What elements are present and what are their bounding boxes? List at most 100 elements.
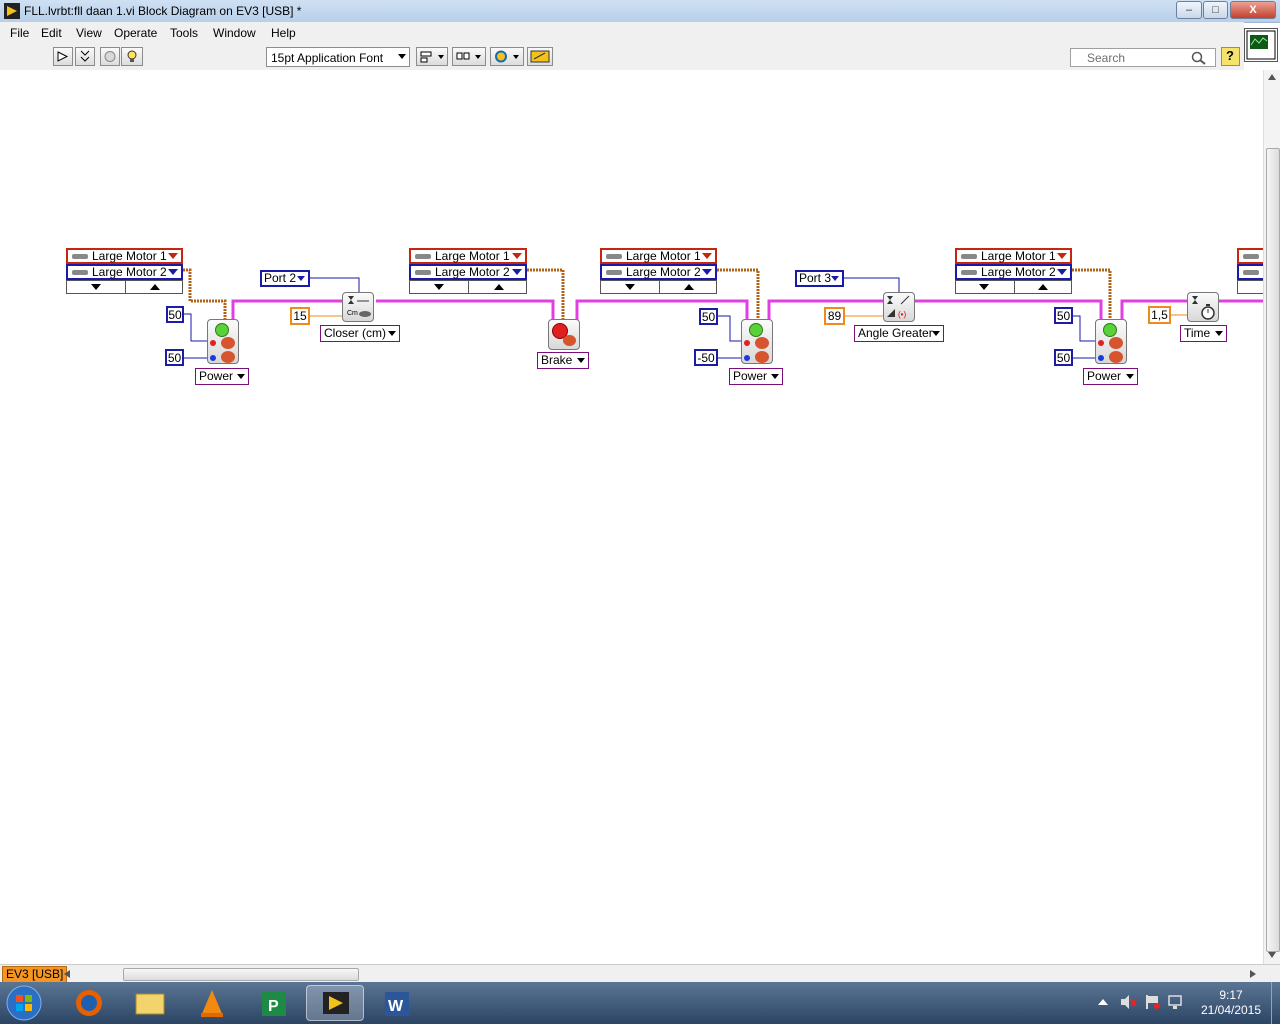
start-button-icon[interactable] (4, 984, 44, 1022)
motor-2-select[interactable]: Large Motor 2 (600, 264, 717, 280)
horizontal-scroll-thumb[interactable] (123, 968, 359, 981)
mode-select-power[interactable]: Power (195, 368, 249, 385)
system-clock[interactable]: 9:17 21/04/2015 (1196, 988, 1266, 1018)
arrow-up-icon[interactable] (1038, 284, 1048, 290)
move-tank-block[interactable] (741, 319, 773, 364)
taskbar-publisher[interactable]: P (245, 985, 303, 1021)
motor-1-select[interactable]: Large Motor 1 (600, 248, 717, 264)
search-input[interactable]: Search (1070, 48, 1216, 67)
menu-tools[interactable]: Tools (170, 26, 198, 40)
threshold-input[interactable]: 89 (824, 307, 845, 325)
motor-1-select[interactable]: Large Motor 1 (409, 248, 527, 264)
maximize-button[interactable]: □ (1203, 1, 1228, 19)
power-left-input[interactable]: 50 (166, 306, 184, 323)
wait-gyro-block[interactable]: (•) (883, 292, 915, 322)
motor-1-select[interactable]: Large Motor 1 (66, 248, 183, 264)
arrow-down-icon[interactable] (434, 284, 444, 290)
menu-operate[interactable]: Operate (114, 26, 157, 40)
motor-1-select[interactable]: Large Motor 1 (955, 248, 1072, 264)
taskbar-labview[interactable] (306, 985, 364, 1021)
volume-muted-icon[interactable] (1119, 994, 1137, 1010)
time-input[interactable]: 1,5 (1148, 306, 1171, 324)
port-select-3[interactable]: Port 3 (795, 270, 844, 287)
motor-2-select-partial[interactable] (1237, 264, 1263, 280)
arrow-down-icon[interactable] (979, 284, 989, 290)
arrow-down-icon[interactable] (625, 284, 635, 290)
distribute-icon (456, 52, 481, 60)
power-left-input[interactable]: 50 (1054, 307, 1073, 324)
threshold-input[interactable]: 15 (290, 307, 310, 325)
minimize-button[interactable]: – (1176, 1, 1202, 19)
motor-list-nav-partial[interactable] (1237, 280, 1263, 294)
network-icon[interactable] (1167, 994, 1185, 1010)
menu-file[interactable]: File (10, 26, 29, 40)
port-select-2[interactable]: Port 2 (260, 270, 310, 287)
scroll-right-arrow-icon[interactable] (1250, 970, 1256, 978)
wait-ultrasonic-block[interactable]: Cm (342, 292, 374, 322)
mode-select-angle[interactable]: Angle Greater (854, 325, 944, 342)
motor-list-nav[interactable] (66, 280, 183, 294)
taskbar-firefox[interactable] (60, 985, 118, 1021)
menu-window[interactable]: Window (213, 26, 256, 40)
reorder-icon (495, 50, 519, 63)
move-tank-brake-block[interactable] (548, 319, 580, 350)
taskbar-word[interactable]: W (368, 985, 426, 1021)
align-objects-button[interactable] (416, 47, 448, 66)
power-right-input[interactable]: -50 (694, 349, 718, 366)
arrow-down-icon[interactable] (91, 284, 101, 290)
run-continuously-button[interactable] (75, 47, 95, 66)
port-label: Port 3 (799, 271, 832, 285)
vertical-scrollbar[interactable] (1263, 70, 1280, 964)
close-button[interactable]: X (1230, 1, 1276, 19)
motor-plug-icon (1243, 270, 1259, 275)
vertical-scroll-thumb[interactable] (1266, 148, 1280, 952)
motor-1-select-partial[interactable] (1237, 248, 1263, 264)
show-hidden-icons-icon[interactable] (1098, 998, 1108, 1006)
mode-select-closer[interactable]: Closer (cm) (320, 325, 400, 342)
block-diagram-canvas[interactable]: Large Motor 1 Large Motor 2 50 50 Power … (0, 70, 1263, 964)
motor-2-select[interactable]: Large Motor 2 (66, 264, 183, 280)
motor-list-nav[interactable] (955, 280, 1072, 294)
show-desktop-button[interactable] (1271, 982, 1280, 1024)
arrow-up-icon[interactable] (684, 284, 694, 290)
wait-time-block[interactable] (1187, 292, 1219, 322)
mode-select-brake[interactable]: Brake (537, 352, 589, 369)
power-left-input[interactable]: 50 (699, 308, 718, 325)
distribute-objects-button[interactable] (452, 47, 486, 66)
dropdown-arrow-icon (168, 269, 178, 275)
arrow-up-icon[interactable] (494, 284, 504, 290)
run-continuously-icon (80, 50, 90, 62)
highlight-execution-button[interactable] (121, 47, 143, 66)
reorder-button[interactable] (490, 47, 524, 66)
motor-list-nav[interactable] (409, 280, 527, 294)
move-tank-block[interactable] (1095, 319, 1127, 364)
font-select[interactable]: 15pt Application Font (266, 47, 410, 67)
scroll-up-arrow-icon[interactable] (1268, 74, 1276, 80)
abort-button[interactable] (100, 47, 120, 66)
mode-select-power[interactable]: Power (729, 368, 783, 385)
action-center-flag-icon[interactable] (1143, 994, 1161, 1010)
run-button[interactable] (53, 47, 73, 66)
horizontal-scrollbar[interactable] (60, 966, 1260, 982)
cleanup-diagram-button[interactable] (527, 47, 553, 66)
power-right-input[interactable]: 50 (1054, 349, 1073, 366)
move-tank-block[interactable] (207, 319, 239, 364)
search-icon[interactable] (1191, 51, 1207, 65)
menu-edit[interactable]: Edit (41, 26, 62, 40)
vi-icon[interactable] (1244, 28, 1278, 62)
chevron-down-icon (1215, 331, 1223, 336)
motor-2-select[interactable]: Large Motor 2 (409, 264, 527, 280)
context-help-button[interactable]: ? (1221, 47, 1240, 66)
motor-2-select[interactable]: Large Motor 2 (955, 264, 1072, 280)
power-right-input[interactable]: 50 (165, 349, 184, 366)
scroll-down-arrow-icon[interactable] (1268, 952, 1276, 958)
menu-help[interactable]: Help (271, 26, 296, 40)
mode-select-power[interactable]: Power (1083, 368, 1138, 385)
arrow-up-icon[interactable] (150, 284, 160, 290)
scroll-left-arrow-icon[interactable] (64, 970, 70, 978)
menu-view[interactable]: View (76, 26, 102, 40)
taskbar-vlc[interactable] (183, 985, 241, 1021)
motor-list-nav[interactable] (600, 280, 717, 294)
mode-select-time[interactable]: Time (1180, 325, 1227, 342)
taskbar-explorer[interactable] (121, 985, 179, 1021)
